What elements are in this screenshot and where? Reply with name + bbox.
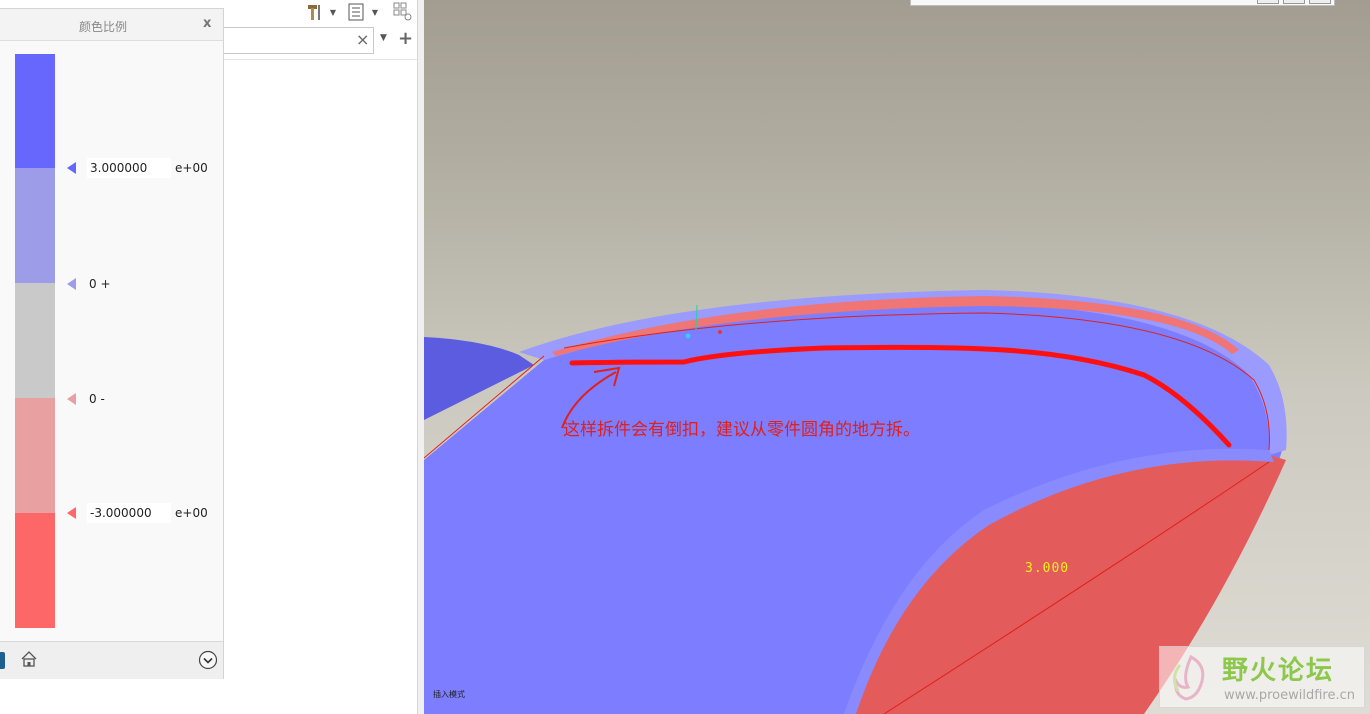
thickness-value: 3.000	[1025, 561, 1070, 576]
zero-plus-label: 0 +	[89, 277, 111, 291]
app-window: ▼ ▼ × ▼ + 颜色比例 x 3.000000 e+00 0 + 0 - -…	[0, 0, 1370, 714]
dialog-footer	[0, 641, 223, 679]
point-marker	[685, 333, 691, 339]
panel-splitter[interactable]	[417, 0, 424, 714]
watermark-url: www.proewildfire.cn	[1224, 688, 1355, 703]
upper-value-field[interactable]: 3.000000	[87, 158, 171, 178]
zero-plus-marker[interactable]	[67, 278, 76, 290]
view-toolbar	[910, 0, 1335, 6]
zero-minus-marker[interactable]	[67, 393, 76, 405]
model-tree-toolbar: ▼ ▼	[224, 0, 417, 26]
lower-value-field[interactable]: -3.000000	[87, 503, 171, 523]
upper-exponent: e+00	[175, 161, 208, 175]
scale-band-5	[15, 513, 55, 628]
view-button[interactable]	[1309, 0, 1331, 4]
lower-exponent: e+00	[175, 506, 208, 520]
model-tree[interactable]	[224, 59, 417, 714]
search-input[interactable]	[224, 27, 374, 54]
chevron-down-icon[interactable]: ▼	[380, 33, 387, 43]
view-button[interactable]	[1283, 0, 1305, 4]
mode-label: 插入模式	[433, 690, 465, 699]
lower-limit-marker[interactable]	[67, 507, 76, 519]
flame-logo-icon	[1164, 651, 1218, 705]
graphics-viewport[interactable]: 这样拆件会有倒扣，建议从零件圆角的地方拆。 3.000 插入模式 野火论坛 ww…	[424, 0, 1370, 714]
pin-icon[interactable]	[0, 652, 5, 669]
point-marker	[718, 330, 722, 334]
close-icon[interactable]: x	[203, 16, 211, 31]
forum-watermark: 野火论坛 www.proewildfire.cn	[1159, 646, 1365, 708]
scale-band-2	[15, 168, 55, 283]
scale-band-3	[15, 283, 55, 398]
scale-band-1	[15, 54, 55, 168]
chevron-down-icon[interactable]: ▼	[370, 2, 380, 22]
search-row: × ▼ +	[224, 27, 417, 57]
list-icon[interactable]	[346, 2, 366, 22]
annotation-text: 这样拆件会有倒扣，建议从零件圆角的地方拆。	[563, 420, 920, 440]
hammer-icon[interactable]	[304, 2, 326, 22]
grid-icon[interactable]	[392, 2, 414, 22]
view-button[interactable]	[1257, 0, 1279, 4]
chevron-down-icon[interactable]: ▼	[328, 2, 338, 22]
add-icon[interactable]: +	[398, 28, 413, 49]
zero-minus-label: 0 -	[89, 392, 105, 406]
part-model-render	[424, 290, 1287, 714]
chevron-down-circle-icon[interactable]	[198, 650, 218, 670]
home-icon[interactable]	[20, 650, 38, 668]
upper-limit-marker[interactable]	[67, 162, 76, 174]
scale-band-4	[15, 398, 55, 513]
color-scale-dialog: 颜色比例 x 3.000000 e+00 0 + 0 - -3.000000 e…	[0, 8, 224, 679]
dialog-header: 颜色比例 x	[0, 9, 223, 41]
dialog-title: 颜色比例	[78, 20, 127, 34]
watermark-title: 野火论坛	[1222, 656, 1335, 686]
close-icon[interactable]: ×	[356, 30, 369, 49]
